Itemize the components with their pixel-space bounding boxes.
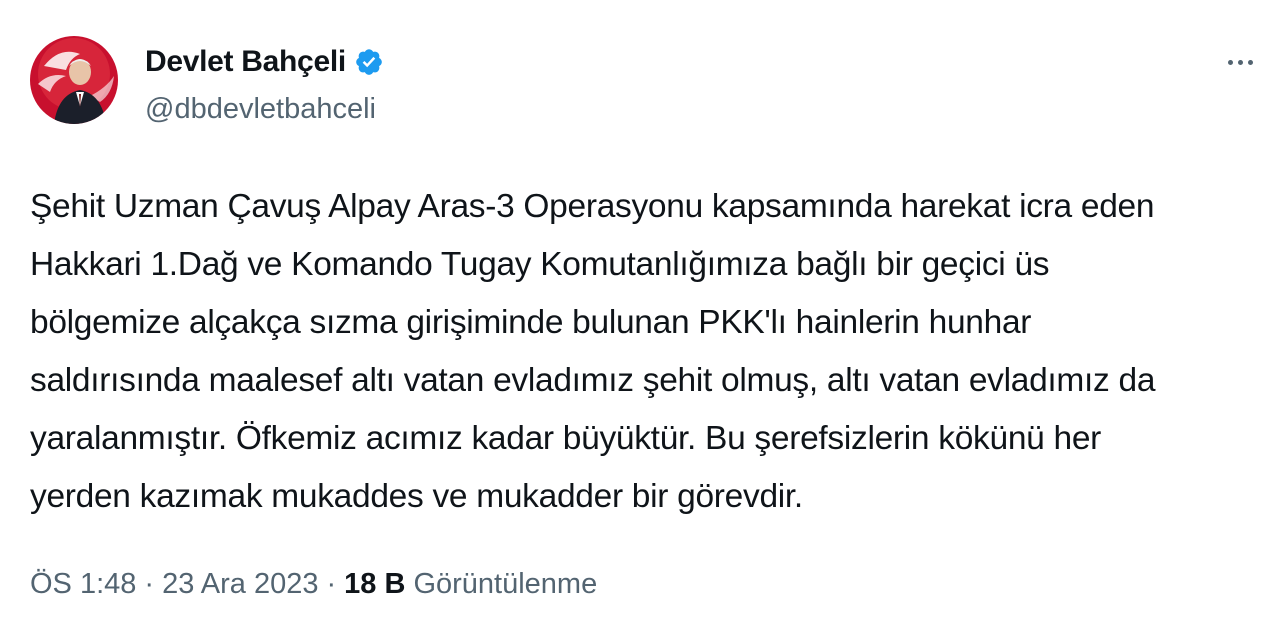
tweet-time[interactable]: ÖS 1:48 <box>30 568 136 601</box>
avatar-image <box>30 36 118 124</box>
tweet-date[interactable]: 23 Ara 2023 <box>162 568 318 601</box>
tweet-meta: ÖS 1:48 · 23 Ara 2023 · 18 B Görüntülenm… <box>30 568 597 601</box>
more-horizontal-icon <box>1225 59 1255 65</box>
author-name-row: Devlet Bahçeli <box>145 42 384 82</box>
views-count[interactable]: 18 B <box>344 568 405 601</box>
tweet: Devlet Bahçeli @dbdevletbahceli Şehit Uz… <box>0 0 1280 640</box>
verified-badge-icon <box>354 47 384 77</box>
author-display-name[interactable]: Devlet Bahçeli <box>145 45 346 79</box>
tweet-text: Şehit Uzman Çavuş Alpay Aras-3 Operasyon… <box>30 188 1156 515</box>
avatar[interactable] <box>30 36 118 124</box>
meta-separator: · <box>326 568 337 600</box>
author-handle[interactable]: @dbdevletbahceli <box>145 93 376 126</box>
more-options-button[interactable] <box>1220 44 1260 80</box>
views-label: Görüntülenme <box>413 568 598 600</box>
meta-separator: · <box>144 568 155 600</box>
